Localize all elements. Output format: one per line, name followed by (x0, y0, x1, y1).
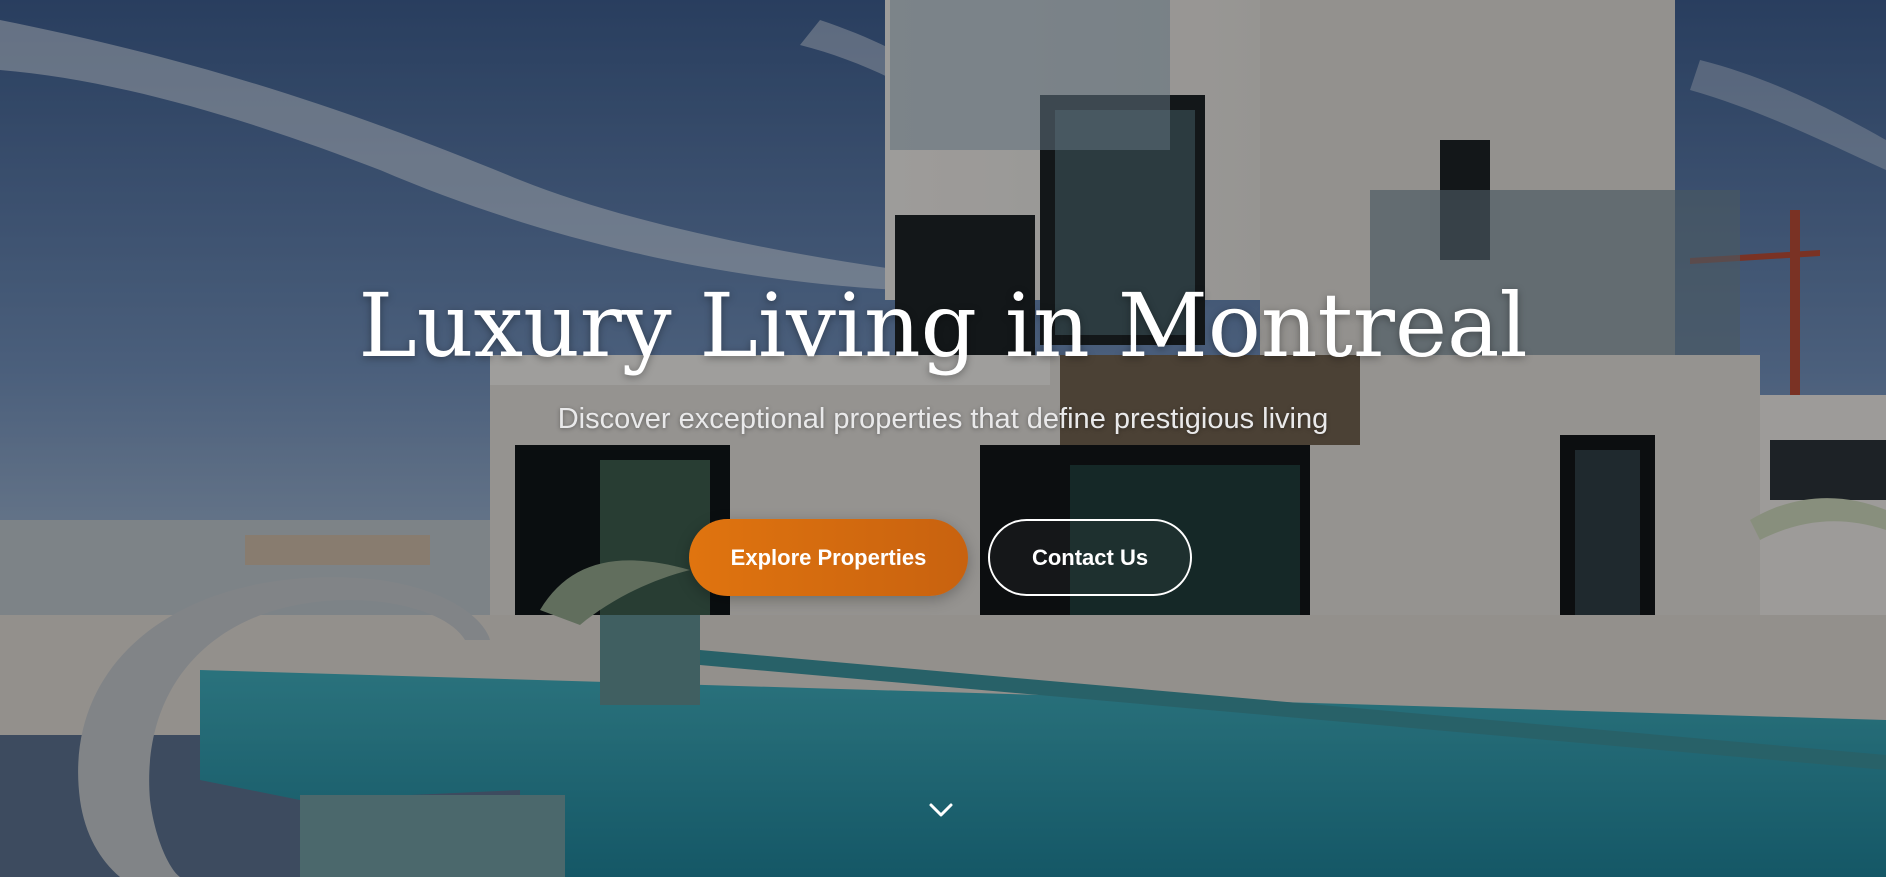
explore-properties-button[interactable]: Explore Properties (689, 519, 968, 596)
hero-content: Luxury Living in Montreal Discover excep… (0, 0, 1886, 877)
contact-us-button[interactable]: Contact Us (988, 519, 1192, 596)
hero-title: Luxury Living in Montreal (358, 274, 1528, 377)
hero-subtitle: Discover exceptional properties that def… (557, 403, 1329, 435)
chevron-down-icon[interactable] (925, 796, 957, 824)
hero-section: Luxury Living in Montreal Discover excep… (0, 0, 1886, 877)
